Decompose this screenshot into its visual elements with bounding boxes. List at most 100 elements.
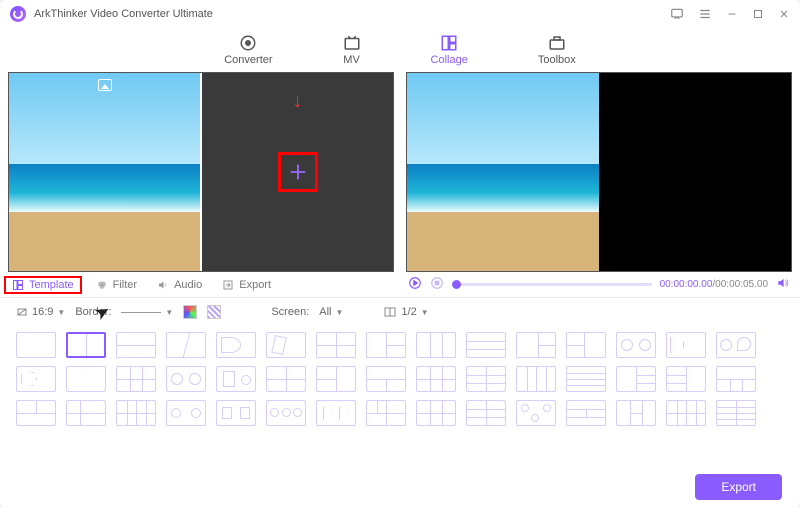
template-item[interactable]	[16, 400, 56, 426]
border-style-select[interactable]: ▼	[121, 308, 173, 317]
template-item[interactable]	[566, 366, 606, 392]
window-controls	[670, 7, 790, 21]
volume-icon[interactable]	[776, 276, 790, 293]
template-item[interactable]	[616, 332, 656, 358]
template-options: 16:9 ▼ Border: ▼ Screen: All▼ 1/2 ▼	[0, 298, 800, 326]
time-current: 00:00:00.00	[660, 279, 713, 290]
template-item[interactable]	[116, 400, 156, 426]
template-item[interactable]	[316, 332, 356, 358]
chevron-down-icon: ▼	[57, 308, 65, 317]
template-item[interactable]	[166, 400, 206, 426]
play-button[interactable]	[408, 276, 422, 293]
split-value: 1/2	[401, 306, 416, 318]
app-logo-icon	[10, 6, 26, 22]
template-item[interactable]	[116, 332, 156, 358]
template-item[interactable]	[716, 400, 756, 426]
playback-controls: 00:00:00.00/00:00:05.00	[408, 276, 790, 293]
maximize-icon[interactable]	[752, 8, 764, 20]
media-thumbnail	[407, 73, 599, 271]
annotation-arrow-icon: ↓	[293, 91, 303, 111]
split-select[interactable]: 1/2 ▼	[383, 306, 428, 318]
template-item[interactable]	[266, 400, 306, 426]
time-display: 00:00:00.00/00:00:05.00	[660, 279, 768, 290]
template-item[interactable]	[366, 332, 406, 358]
template-item[interactable]	[266, 332, 306, 358]
nav-label: Converter	[224, 54, 272, 66]
menu-icon[interactable]	[698, 7, 712, 21]
aspect-select[interactable]: 16:9 ▼	[16, 306, 65, 318]
footer: Export	[0, 467, 800, 507]
export-button[interactable]: Export	[695, 474, 782, 500]
template-item[interactable]	[616, 366, 656, 392]
nav-collage[interactable]: Collage	[431, 34, 468, 66]
main-nav: Converter MV Collage Toolbox	[0, 28, 800, 72]
tab-audio[interactable]: Audio	[157, 279, 202, 291]
template-item[interactable]	[666, 332, 706, 358]
template-item[interactable]	[366, 400, 406, 426]
add-media-button[interactable]	[278, 152, 318, 192]
template-item[interactable]	[66, 332, 106, 358]
template-item[interactable]	[566, 332, 606, 358]
template-item[interactable]	[716, 332, 756, 358]
template-item[interactable]	[416, 400, 456, 426]
chevron-down-icon: ▼	[421, 308, 429, 317]
nav-label: MV	[343, 54, 360, 66]
template-item[interactable]	[266, 366, 306, 392]
template-item[interactable]	[466, 332, 506, 358]
template-item[interactable]	[166, 332, 206, 358]
title-bar: ArkThinker Video Converter Ultimate	[0, 0, 800, 28]
template-item[interactable]	[316, 400, 356, 426]
nav-label: Toolbox	[538, 54, 576, 66]
tab-export[interactable]: Export	[222, 279, 271, 291]
template-item[interactable]	[516, 366, 556, 392]
template-item[interactable]	[716, 366, 756, 392]
template-item[interactable]	[216, 366, 256, 392]
template-item[interactable]	[516, 332, 556, 358]
template-item[interactable]	[66, 400, 106, 426]
template-item[interactable]	[416, 332, 456, 358]
template-item[interactable]	[416, 366, 456, 392]
screen-label: Screen:	[271, 306, 309, 318]
template-item[interactable]	[16, 332, 56, 358]
template-item[interactable]	[16, 366, 56, 392]
template-item[interactable]	[316, 366, 356, 392]
screen-select[interactable]: All▼	[319, 306, 343, 318]
template-item[interactable]	[216, 332, 256, 358]
nav-converter[interactable]: Converter	[224, 34, 272, 66]
background-picker[interactable]	[207, 305, 221, 319]
collage-slot-1[interactable]	[9, 73, 200, 271]
nav-toolbox[interactable]: Toolbox	[538, 34, 576, 66]
media-thumbnail	[9, 73, 200, 271]
template-item[interactable]	[666, 400, 706, 426]
collage-slot-2[interactable]: ↓	[202, 73, 393, 271]
collage-canvas: ↓	[8, 72, 394, 272]
tab-template[interactable]: Template	[4, 276, 82, 294]
template-item[interactable]	[616, 400, 656, 426]
stop-button[interactable]	[430, 276, 444, 293]
tab-filter[interactable]: Filter	[96, 279, 137, 291]
template-item[interactable]	[516, 400, 556, 426]
template-item[interactable]	[366, 366, 406, 392]
template-item[interactable]	[466, 366, 506, 392]
template-item[interactable]	[466, 400, 506, 426]
template-grid	[0, 326, 800, 440]
template-item[interactable]	[116, 366, 156, 392]
edit-tabs-bar: Template Filter Audio Export 00:00:00.00…	[0, 272, 800, 298]
border-color-picker[interactable]	[183, 305, 197, 319]
template-row	[16, 400, 784, 426]
template-item[interactable]	[666, 366, 706, 392]
app-title: ArkThinker Video Converter Ultimate	[34, 8, 213, 20]
close-icon[interactable]	[778, 8, 790, 20]
tab-label: Export	[239, 279, 271, 291]
seek-slider[interactable]	[452, 283, 652, 286]
tab-label: Filter	[113, 279, 137, 291]
template-item[interactable]	[566, 400, 606, 426]
template-row	[16, 366, 784, 392]
feedback-icon[interactable]	[670, 7, 684, 21]
template-item[interactable]	[66, 366, 106, 392]
preview-slot-2	[599, 73, 791, 271]
template-item[interactable]	[216, 400, 256, 426]
nav-mv[interactable]: MV	[343, 34, 361, 66]
minimize-icon[interactable]	[726, 8, 738, 20]
template-item[interactable]	[166, 366, 206, 392]
